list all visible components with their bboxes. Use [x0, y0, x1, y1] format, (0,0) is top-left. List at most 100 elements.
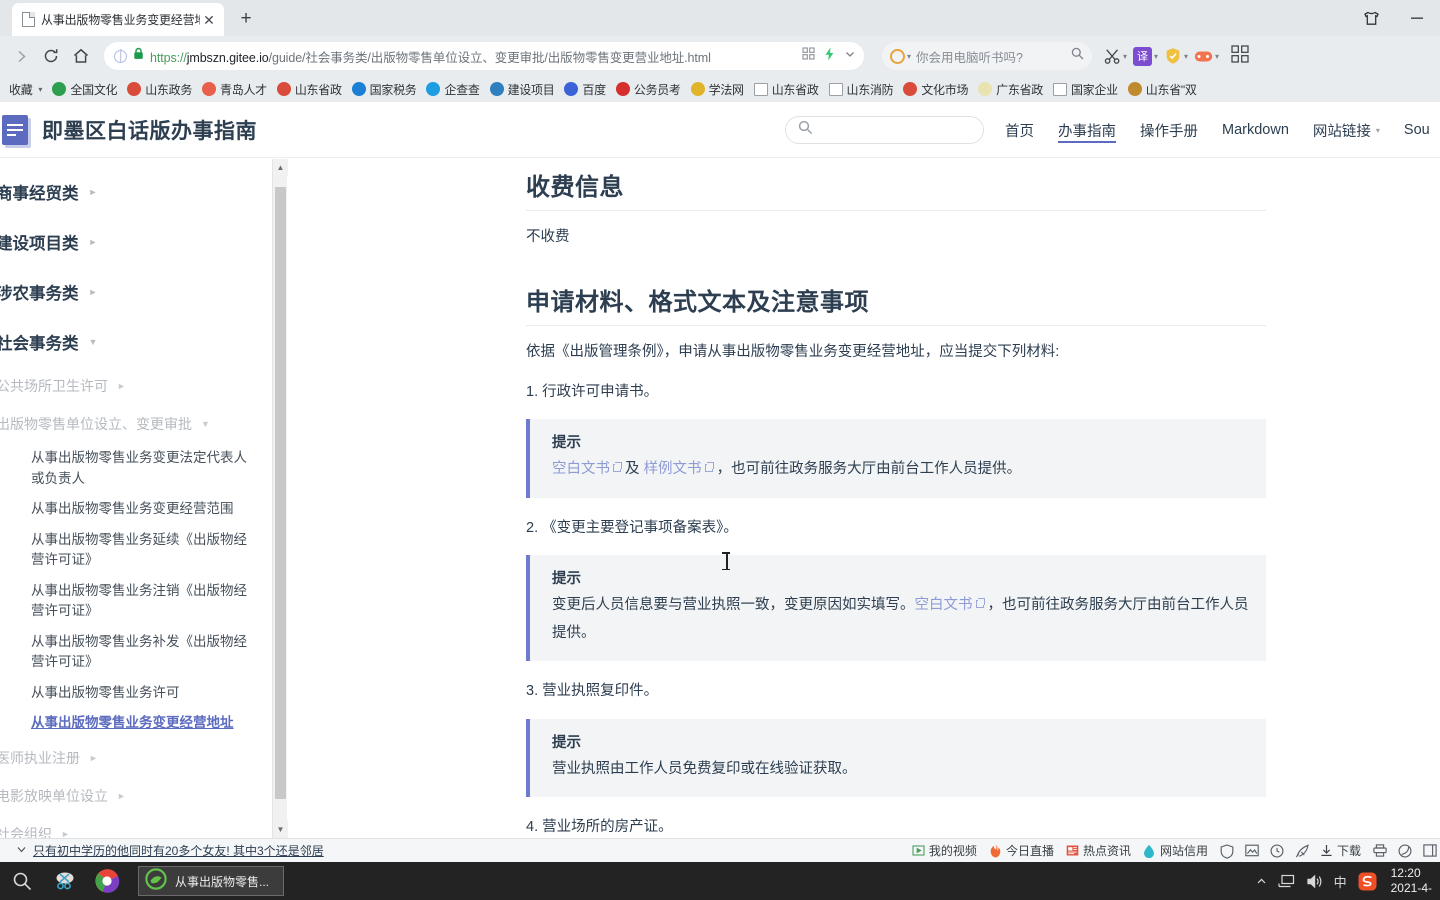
search-icon[interactable] [1071, 47, 1084, 65]
nav-item-1[interactable]: 办事指南 [1046, 102, 1128, 158]
sidebar-link-2[interactable]: 从事出版物零售业务延续《出版物经营许可证》 [0, 525, 272, 576]
bookmark-item[interactable]: 国家企业 [1048, 78, 1123, 100]
sidebar-sub-group[interactable]: 公共场所卫生许可 ► [0, 367, 272, 405]
game-icon[interactable]: ▾ [1194, 48, 1219, 64]
taskbar-clock[interactable]: 12:20 2021-4- [1388, 866, 1432, 896]
translate-icon[interactable]: 译 ▾ [1133, 46, 1158, 66]
sidebar-scrollbar[interactable]: ▲ ▼ [272, 159, 288, 838]
sidebar-sub-group[interactable]: 出版物零售单位设立、变更审批 ▼ [0, 405, 272, 443]
bookmark-item[interactable]: 国家税务 [347, 78, 422, 100]
sidebar-top-group[interactable]: 涉农事务类 ► [0, 267, 272, 317]
sidebar-top-group[interactable]: 建设项目类 ► [0, 217, 272, 267]
nav-item-4[interactable]: 网站链接 ▾ [1301, 102, 1392, 158]
snipping-tool-icon[interactable] [44, 862, 86, 900]
bookmark-item[interactable]: 学法网 [686, 78, 749, 100]
chevron-down-icon[interactable]: ▾ [1376, 126, 1380, 135]
volume-icon[interactable] [1306, 874, 1323, 889]
external-document-link[interactable]: 空白文书 [915, 597, 985, 613]
minimize-button[interactable] [1394, 1, 1440, 35]
sidebar-tail-group[interactable]: 电影放映单位设立 ► [0, 777, 272, 815]
status-item-11[interactable] [1423, 844, 1437, 857]
status-item-6[interactable] [1270, 844, 1284, 858]
close-tab-icon[interactable]: ✕ [200, 11, 218, 29]
sidebar-link-3[interactable]: 从事出版物零售业务注销《出版物经营许可证》 [0, 576, 272, 627]
home-icon[interactable] [66, 41, 96, 71]
shield-icon[interactable]: ▾ [1164, 47, 1188, 65]
lightning-icon[interactable] [824, 47, 835, 66]
apps-grid-icon[interactable] [1231, 44, 1249, 68]
bookmark-item[interactable]: 百度 [559, 78, 610, 100]
status-item-4[interactable] [1220, 844, 1234, 859]
scissors-icon[interactable]: ▾ [1104, 48, 1127, 65]
skin-icon[interactable] [1348, 1, 1394, 35]
scroll-up-icon[interactable]: ▲ [273, 159, 288, 176]
search-engine-icon[interactable] [890, 48, 905, 64]
bookmark-item[interactable]: 文化市场 [898, 78, 973, 100]
status-item-7[interactable] [1295, 844, 1309, 858]
sidebar-tail-group[interactable]: 社会组织 ► [0, 815, 272, 838]
status-item-5[interactable] [1245, 844, 1259, 857]
chevron-right-icon[interactable]: ► [117, 791, 126, 801]
chevron-right-icon[interactable]: ► [117, 381, 126, 391]
status-item-8[interactable]: 下载 [1320, 842, 1361, 859]
nav-item-0[interactable]: 首页 [993, 102, 1046, 158]
forward-icon[interactable] [6, 41, 36, 71]
reload-icon[interactable] [36, 41, 66, 71]
chevron-right-icon[interactable]: ► [89, 187, 98, 197]
sogou-icon[interactable] [1358, 872, 1377, 891]
sidebar-top-group[interactable]: 商事经贸类 ► [0, 167, 272, 217]
address-bar[interactable]: https://jmbszn.gitee.io/guide/社会事务类/出版物零… [104, 42, 864, 70]
chevron-right-icon[interactable]: ► [89, 287, 98, 297]
chevron-down-icon[interactable] [16, 842, 27, 860]
chevron-down-icon[interactable]: ▾ [907, 52, 911, 61]
sidebar-link-0[interactable]: 从事出版物零售业务变更法定代表人或负责人 [0, 443, 272, 494]
bookmark-item[interactable]: 山东消防 [824, 78, 899, 100]
bookmark-item[interactable]: 山东政务 [122, 78, 197, 100]
taskbar-window-button[interactable]: 从事出版物零售... [138, 866, 285, 896]
bookmark-root[interactable]: 收藏 ▾ [4, 78, 47, 100]
chevron-right-icon[interactable]: ► [89, 237, 98, 247]
tray-expand-icon[interactable] [1256, 876, 1267, 887]
bookmark-item[interactable]: 建设项目 [485, 78, 560, 100]
status-item-2[interactable]: 热点资讯 [1066, 842, 1131, 859]
bookmark-item[interactable]: 青岛人才 [197, 78, 272, 100]
external-document-link[interactable]: 样例文书 [644, 461, 714, 477]
sidebar-link-1[interactable]: 从事出版物零售业务变更经营范围 [0, 494, 272, 525]
document-logo-icon[interactable] [2, 114, 28, 145]
chevron-down-icon[interactable]: ▾ [1154, 52, 1158, 61]
chevron-down-icon[interactable] [844, 47, 856, 65]
status-item-1[interactable]: 今日直播 [989, 842, 1054, 859]
chevron-down-icon[interactable]: ▾ [1184, 52, 1188, 61]
site-info-icon[interactable] [114, 49, 127, 63]
chevron-down-icon[interactable]: ▾ [1123, 52, 1127, 61]
bookmark-item[interactable]: 山东省政 [749, 78, 824, 100]
sidebar-top-group[interactable]: 社会事务类 ▼ [0, 317, 272, 367]
bookmark-item[interactable]: 山东省政 [272, 78, 347, 100]
nav-item-2[interactable]: 操作手册 [1128, 102, 1210, 158]
browser-tab[interactable]: 从事出版物零售业务变更经营地 ✕ [12, 3, 224, 36]
sidebar-tail-group[interactable]: 医师执业注册 ► [0, 739, 272, 777]
status-news-text[interactable]: 只有初中学历的他同时有20多个女友! 其中3个还是邻居 [33, 842, 324, 859]
chevron-down-icon[interactable]: ▼ [89, 337, 98, 347]
chevron-down-icon[interactable]: ▾ [1215, 52, 1219, 61]
browser-search-box[interactable]: ▾ 你会用电脑听书吗? [882, 42, 1092, 70]
chevron-down-icon[interactable]: ▾ [38, 85, 42, 94]
status-news-area[interactable]: 只有初中学历的他同时有20多个女友! 其中3个还是邻居 [0, 842, 324, 860]
status-item-0[interactable]: 我的视频 [912, 842, 977, 859]
sidebar-link-4[interactable]: 从事出版物零售业务补发《出版物经营许可证》 [0, 627, 272, 678]
chevron-right-icon[interactable]: ► [61, 829, 70, 838]
chrome-icon[interactable] [86, 862, 128, 900]
external-document-link[interactable]: 空白文书 [552, 461, 622, 477]
nav-item-3[interactable]: Markdown [1210, 102, 1301, 158]
scrollbar-thumb[interactable] [275, 187, 286, 799]
scroll-down-icon[interactable]: ▼ [273, 821, 288, 838]
chevron-right-icon[interactable]: ► [89, 753, 98, 763]
status-item-9[interactable] [1373, 844, 1387, 857]
status-item-10[interactable] [1398, 844, 1412, 858]
sidebar-link-5[interactable]: 从事出版物零售业务许可 [0, 678, 272, 709]
network-icon[interactable] [1278, 874, 1295, 889]
bookmark-item[interactable]: 全国文化 [47, 78, 122, 100]
status-item-3[interactable]: 网站信用 [1143, 842, 1208, 859]
bookmark-item[interactable]: 山东省"双 [1123, 78, 1202, 100]
qr-code-icon[interactable] [802, 47, 815, 65]
